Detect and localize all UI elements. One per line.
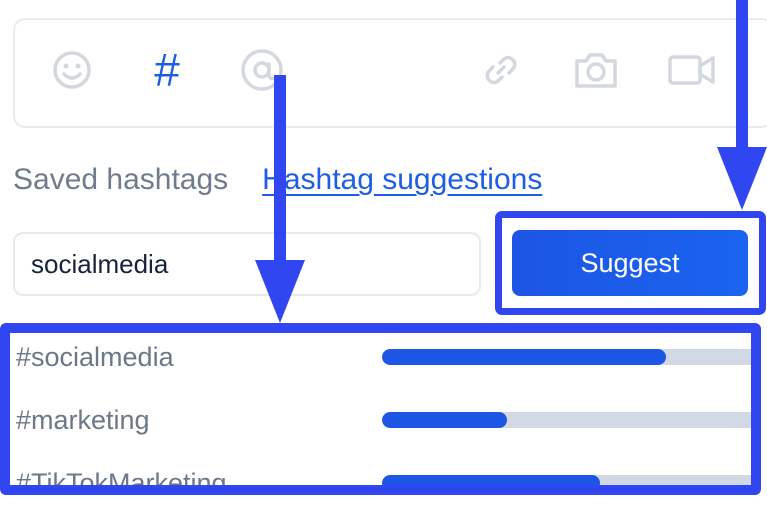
at-icon[interactable] (239, 47, 285, 93)
camera-icon[interactable] (572, 50, 620, 90)
hashtag-result-row[interactable]: #socialmedia (10, 337, 751, 377)
popularity-bar-fill (382, 412, 508, 428)
hashtag-symbol: # (154, 44, 180, 96)
hashtag-label: #socialmedia (16, 341, 174, 372)
tab-hashtag-suggestions[interactable]: Hashtag suggestions (262, 163, 542, 197)
composer-toolbar: # (13, 18, 767, 128)
hashtag-results-list: #socialmedia #marketing #TikTokMarketing (10, 333, 751, 485)
smiley-icon[interactable] (51, 49, 93, 91)
popularity-bar (382, 412, 751, 428)
hashtag-label: #marketing (16, 404, 150, 435)
hashtag-result-row[interactable]: #marketing (10, 400, 751, 440)
hashtag-tabs: Saved hashtags Hashtag suggestions (13, 160, 542, 200)
suggest-button[interactable]: Suggest (512, 230, 748, 296)
hashtag-result-row[interactable]: #TikTokMarketing (10, 463, 751, 485)
video-camera-icon[interactable] (667, 52, 717, 88)
link-icon[interactable] (481, 50, 521, 90)
hashtag-icon[interactable]: # (154, 47, 180, 93)
hashtag-search-input[interactable] (13, 232, 481, 296)
results-highlight-frame: #socialmedia #marketing #TikTokMarketing (0, 323, 761, 495)
hashtag-label: #TikTokMarketing (16, 467, 227, 486)
popularity-bar-fill (382, 349, 667, 365)
popularity-bar (382, 349, 751, 365)
popularity-bar-fill (382, 475, 600, 485)
tab-saved-hashtags[interactable]: Saved hashtags (13, 163, 228, 197)
popularity-bar (382, 475, 751, 485)
